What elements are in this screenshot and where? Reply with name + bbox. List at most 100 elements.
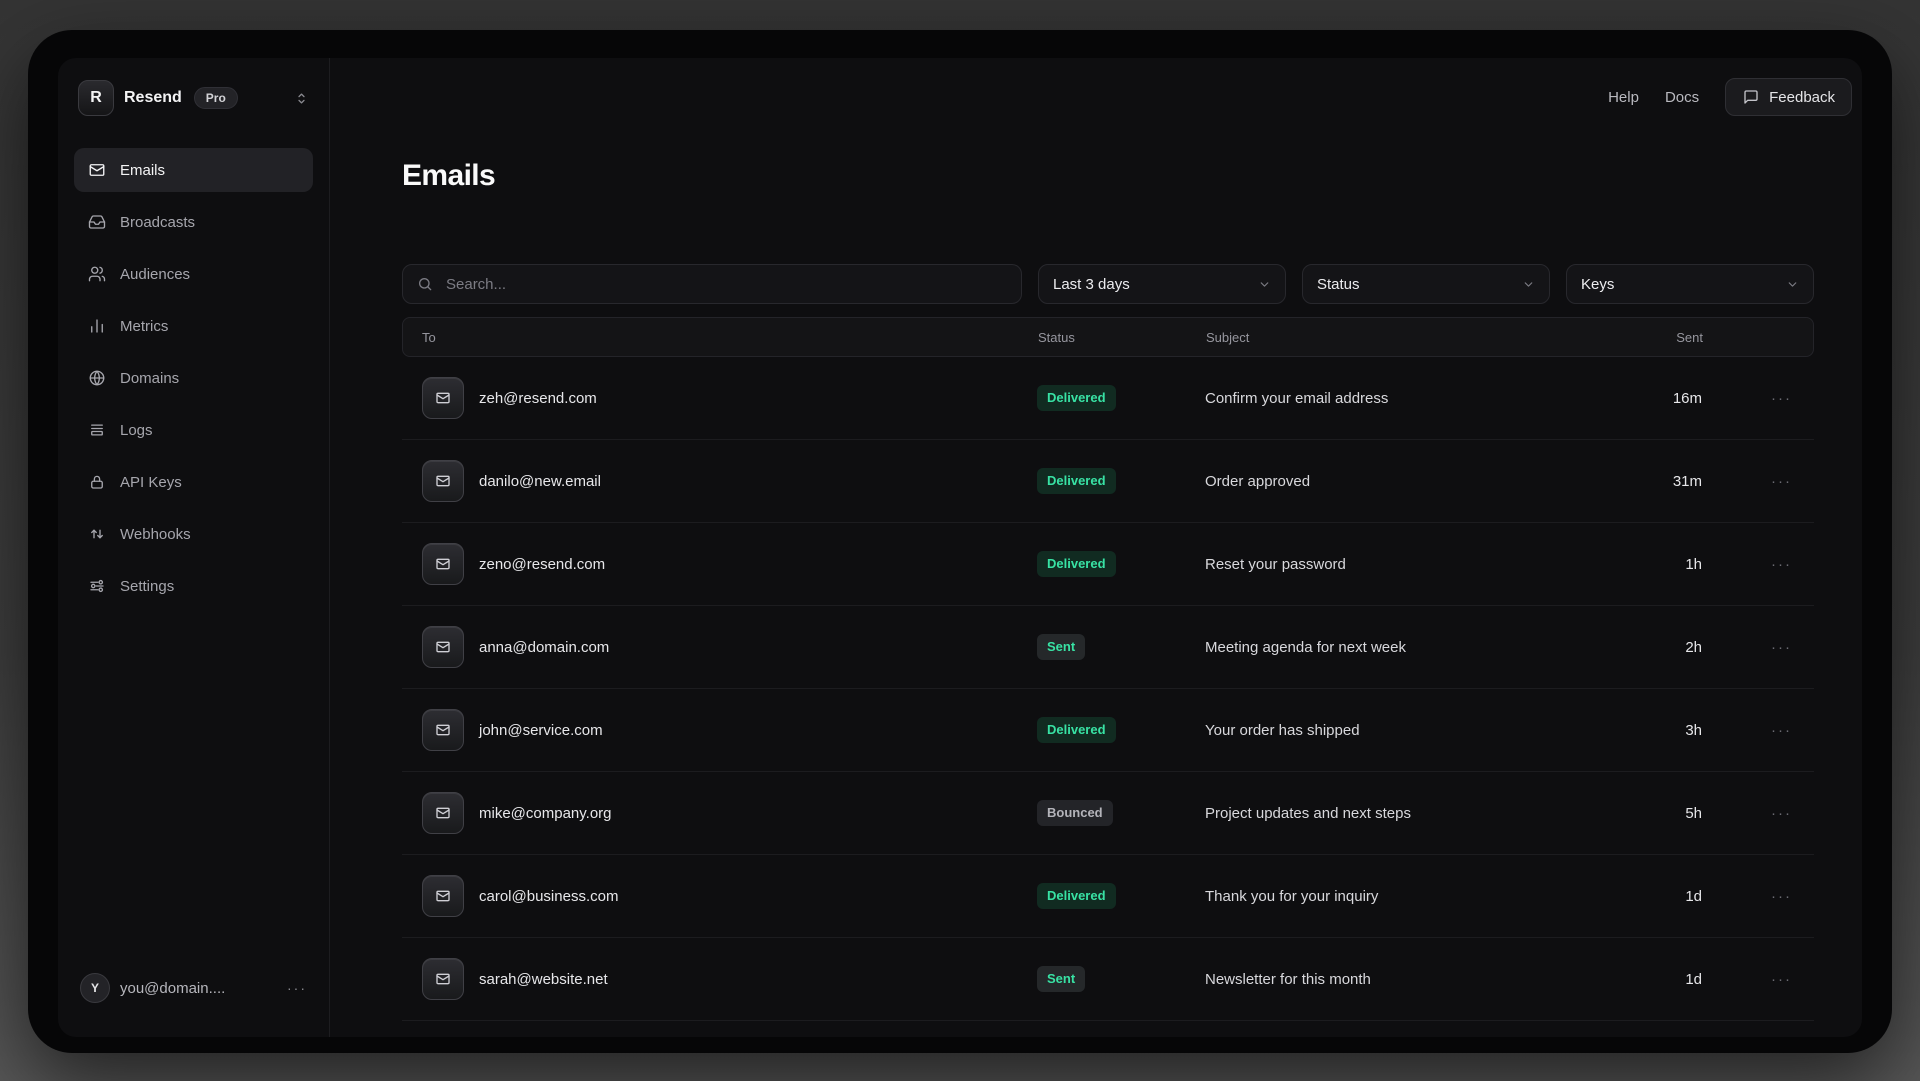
email-subject: Your order has shipped: [1205, 722, 1602, 739]
arrows-icon: [88, 525, 106, 543]
table-row[interactable]: sarah@website.net Sent Newsletter for th…: [402, 938, 1814, 1021]
status-badge: Sent: [1037, 634, 1085, 660]
recipient-email: danilo@new.email: [479, 473, 601, 490]
status-badge: Delivered: [1037, 717, 1116, 743]
column-header-status: Status: [1038, 330, 1206, 345]
sidebar: R Resend Pro Emails Broadcasts Audiences Me…: [58, 58, 330, 1037]
sidebar-item-settings[interactable]: Settings: [74, 564, 313, 608]
mail-icon: [422, 709, 464, 751]
sidebar-item-emails[interactable]: Emails: [74, 148, 313, 192]
sent-time: 31m: [1602, 473, 1702, 490]
avatar: Y: [80, 973, 110, 1003]
status-select[interactable]: Status: [1302, 264, 1550, 304]
table-row[interactable]: zeh@resend.com Delivered Confirm your em…: [402, 357, 1814, 440]
email-subject: Confirm your email address: [1205, 390, 1602, 407]
table-row[interactable]: carol@business.com Delivered Thank you f…: [402, 855, 1814, 938]
row-menu-dots-icon[interactable]: ···: [1702, 473, 1814, 490]
brand-name: Resend: [124, 89, 182, 107]
filter-bar: Last 3 days Status: [402, 264, 1814, 304]
help-link[interactable]: Help: [1608, 89, 1639, 106]
sidebar-item-label: Emails: [120, 162, 165, 179]
email-subject: Thank you for your inquiry: [1205, 888, 1602, 905]
feedback-button[interactable]: Feedback: [1725, 78, 1852, 116]
status-value: Status: [1317, 276, 1360, 293]
table-header: To Status Subject Sent: [402, 317, 1814, 357]
page-title: Emails: [402, 158, 1814, 194]
sent-time: 5h: [1602, 805, 1702, 822]
status-badge: Delivered: [1037, 551, 1116, 577]
workspace-switcher[interactable]: R Resend Pro: [74, 78, 313, 118]
sidebar-item-label: Domains: [120, 370, 179, 387]
user-menu[interactable]: Y you@domain.... ···: [74, 973, 313, 1003]
docs-link[interactable]: Docs: [1665, 89, 1699, 106]
table-row[interactable]: danilo@new.email Delivered Order approve…: [402, 440, 1814, 523]
sent-time: 3h: [1602, 722, 1702, 739]
sidebar-item-label: Audiences: [120, 266, 190, 283]
table-row[interactable]: mike@company.org Bounced Project updates…: [402, 772, 1814, 855]
keys-value: Keys: [1581, 276, 1614, 293]
row-menu-dots-icon[interactable]: ···: [1702, 888, 1814, 905]
recipient-email: john@service.com: [479, 722, 603, 739]
sidebar-item-label: Logs: [120, 422, 153, 439]
status-badge: Delivered: [1037, 468, 1116, 494]
globe-icon: [88, 369, 106, 387]
recipient-email: mike@company.org: [479, 805, 612, 822]
chevron-down-icon: [1522, 278, 1535, 291]
sidebar-item-metrics[interactable]: Metrics: [74, 304, 313, 348]
logs-icon: [88, 421, 106, 439]
sidebar-item-domains[interactable]: Domains: [74, 356, 313, 400]
topbar: Help Docs Feedback: [402, 78, 1852, 116]
sidebar-item-label: API Keys: [120, 474, 182, 491]
desktop-background: R Resend Pro Emails Broadcasts Audiences Me…: [0, 0, 1920, 1081]
email-subject: Order approved: [1205, 473, 1602, 490]
table-row[interactable]: anna@domain.com Sent Meeting agenda for …: [402, 606, 1814, 689]
emails-table: To Status Subject Sent zeh@resend.com De…: [402, 317, 1814, 1037]
column-header-to: To: [403, 330, 1038, 345]
email-subject: Project updates and next steps: [1205, 805, 1602, 822]
status-badge: Bounced: [1037, 800, 1113, 826]
row-menu-dots-icon[interactable]: ···: [1702, 556, 1814, 573]
row-menu-dots-icon[interactable]: ···: [1702, 390, 1814, 407]
inbox-icon: [88, 213, 106, 231]
chevron-down-icon: [1258, 278, 1271, 291]
row-menu-dots-icon[interactable]: ···: [1702, 639, 1814, 656]
email-subject: Newsletter for this month: [1205, 971, 1602, 988]
user-menu-dots-icon[interactable]: ···: [287, 980, 307, 996]
sidebar-item-broadcasts[interactable]: Broadcasts: [74, 200, 313, 244]
table-row[interactable]: Delivered: [402, 1021, 1814, 1037]
search-input[interactable]: [444, 275, 1008, 294]
row-menu-dots-icon[interactable]: ···: [1702, 722, 1814, 739]
mail-icon: [422, 377, 464, 419]
table-row[interactable]: zeno@resend.com Delivered Reset your pas…: [402, 523, 1814, 606]
sidebar-item-label: Webhooks: [120, 526, 191, 543]
row-menu-dots-icon[interactable]: ···: [1702, 805, 1814, 822]
mail-icon: [422, 460, 464, 502]
recipient-email: zeh@resend.com: [479, 390, 597, 407]
status-badge: Sent: [1037, 966, 1085, 992]
sidebar-item-logs[interactable]: Logs: [74, 408, 313, 452]
date-range-value: Last 3 days: [1053, 276, 1130, 293]
date-range-select[interactable]: Last 3 days: [1038, 264, 1286, 304]
sent-time: 1d: [1602, 971, 1702, 988]
sliders-icon: [88, 577, 106, 595]
recipient-email: zeno@resend.com: [479, 556, 605, 573]
lock-icon: [88, 473, 106, 491]
sidebar-item-webhooks[interactable]: Webhooks: [74, 512, 313, 556]
recipient-email: anna@domain.com: [479, 639, 609, 656]
sidebar-nav: Emails Broadcasts Audiences Metrics Domains L…: [74, 148, 313, 608]
email-subject: Meeting agenda for next week: [1205, 639, 1602, 656]
row-menu-dots-icon[interactable]: ···: [1702, 971, 1814, 988]
unfold-icon[interactable]: [294, 91, 309, 106]
sidebar-item-label: Broadcasts: [120, 214, 195, 231]
main-content: Help Docs Feedback Emails: [330, 58, 1862, 1037]
recipient-email: carol@business.com: [479, 888, 618, 905]
sent-time: 16m: [1602, 390, 1702, 407]
sidebar-item-api-keys[interactable]: API Keys: [74, 460, 313, 504]
search-box[interactable]: [402, 264, 1022, 304]
keys-select[interactable]: Keys: [1566, 264, 1814, 304]
sent-time: 2h: [1602, 639, 1702, 656]
chevron-down-icon: [1786, 278, 1799, 291]
feedback-label: Feedback: [1769, 89, 1835, 106]
table-row[interactable]: john@service.com Delivered Your order ha…: [402, 689, 1814, 772]
sidebar-item-audiences[interactable]: Audiences: [74, 252, 313, 296]
